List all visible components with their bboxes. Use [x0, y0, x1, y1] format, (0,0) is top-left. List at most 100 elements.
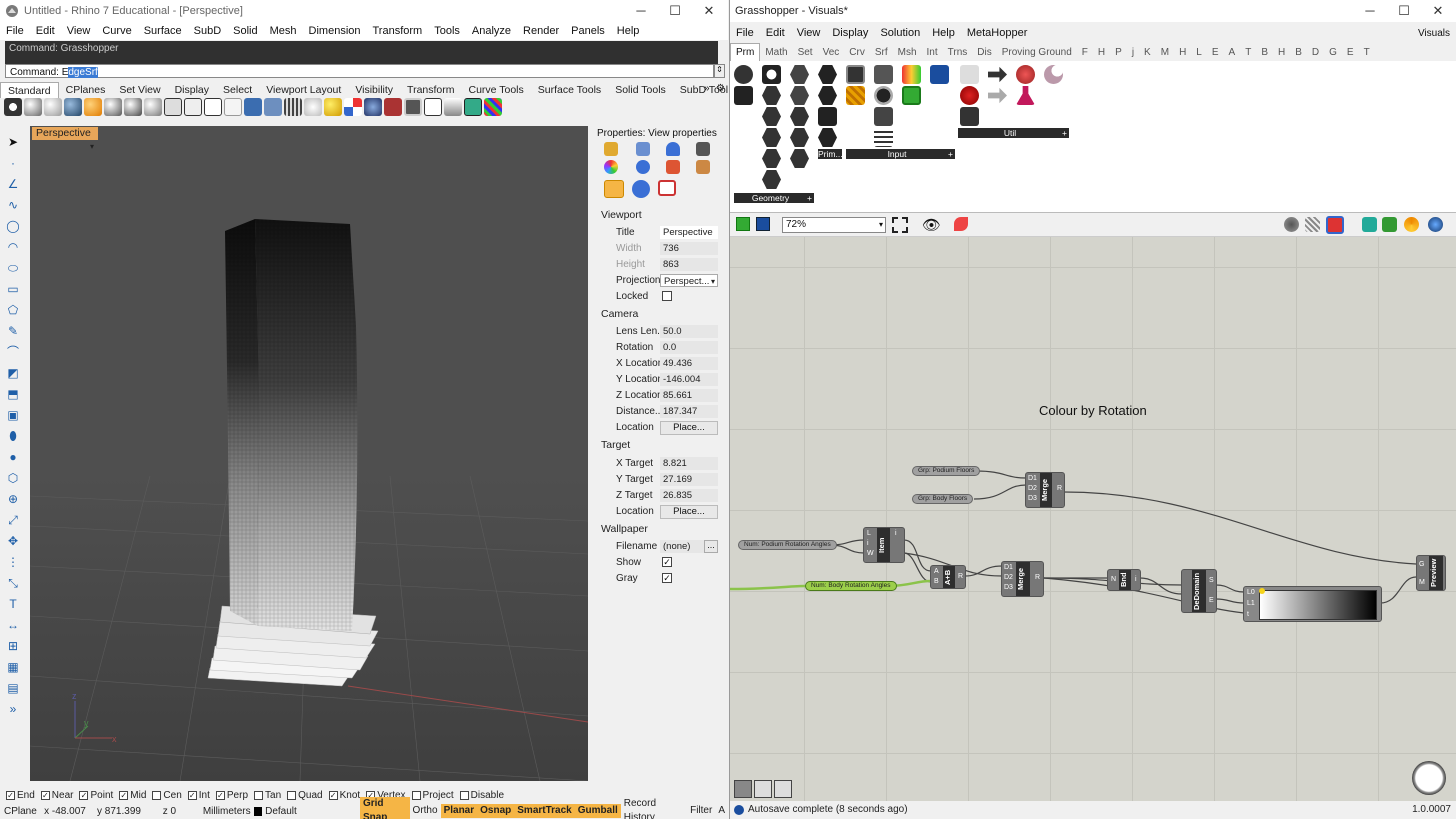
panel-icon[interactable] [846, 65, 865, 84]
gh-tab-18[interactable]: L [1191, 44, 1207, 61]
camera-small-icon[interactable] [696, 142, 710, 156]
osnap-mid-checkbox[interactable]: ✓ [119, 790, 129, 800]
merge-component-2[interactable]: D1 D2 D3 Merge R [1001, 561, 1044, 597]
add-b-port[interactable]: B [934, 578, 939, 585]
gradient-component[interactable]: L0 L1 t [1243, 586, 1382, 622]
osnap-int[interactable]: ✓ Int [187, 790, 210, 801]
menu-item-subd[interactable]: SubD [188, 25, 228, 37]
box-param-icon[interactable] [762, 86, 781, 105]
merge1-d1-port[interactable]: D1 [1028, 475, 1037, 482]
merge2-d1-port[interactable]: D1 [1004, 564, 1013, 571]
scribble-icon[interactable] [960, 65, 979, 84]
shaded-preview-icon[interactable] [1326, 216, 1344, 234]
merge1-d3-port[interactable]: D3 [1028, 495, 1037, 502]
gh-tab-22[interactable]: B [1256, 44, 1273, 61]
color-grid-icon[interactable] [484, 98, 502, 116]
arc-icon[interactable]: ◠ [5, 240, 21, 254]
menu-item-file[interactable]: File [0, 25, 30, 37]
folder-icon[interactable] [604, 142, 618, 156]
minimize-icon[interactable]: ─ [626, 3, 656, 18]
line-param-icon[interactable] [762, 128, 781, 147]
menu-item-analyze[interactable]: Analyze [466, 25, 517, 37]
fingerprint-icon[interactable] [960, 107, 979, 126]
item-w-port[interactable]: W [867, 550, 874, 557]
y-location-field[interactable]: -146.004 [660, 373, 718, 386]
viewport-tab-icon[interactable] [658, 180, 676, 196]
bnd-n-port[interactable]: N [1111, 576, 1116, 583]
tab-viewport-layout[interactable]: Viewport Layout [259, 82, 348, 98]
gh-tab-27[interactable]: E [1342, 44, 1359, 61]
show-checkbox[interactable]: ✓ [662, 557, 672, 567]
menu-item-tools[interactable]: Tools [428, 25, 466, 37]
item-l-port[interactable]: L [867, 530, 871, 537]
gradient-l1-port[interactable]: L1 [1247, 600, 1255, 607]
osnap-cen[interactable]: Cen [152, 790, 182, 801]
gradient-icon[interactable] [902, 65, 921, 84]
add-a-port[interactable]: A [934, 568, 939, 575]
tab-set-view[interactable]: Set View [112, 82, 167, 98]
brush-icon[interactable] [696, 160, 710, 174]
osnap-cen-checkbox[interactable] [152, 790, 162, 800]
relay-arrow-icon[interactable] [988, 66, 1007, 83]
mesh-sphere-icon[interactable] [636, 160, 650, 174]
merge-component-1[interactable]: D1 D2 D3 Merge R [1025, 472, 1065, 508]
save-file-icon[interactable] [756, 217, 770, 231]
xray-sphere-icon[interactable] [124, 98, 142, 116]
arrow-outline-icon[interactable] [988, 87, 1007, 104]
geometry-group-label[interactable]: Geometry + [734, 193, 814, 203]
smarttrack-toggle[interactable]: SmartTrack [514, 804, 575, 818]
more-tools-icon[interactable]: » [5, 702, 21, 716]
gh-menu-item-help[interactable]: Help [926, 27, 961, 39]
list-item-component[interactable]: L i W Item i [863, 527, 905, 563]
sun-icon[interactable] [324, 98, 342, 116]
gh-menu-item-solution[interactable]: Solution [874, 27, 926, 39]
mesh-view-icon[interactable] [284, 98, 302, 116]
gh-menu-item-display[interactable]: Display [826, 27, 874, 39]
polygon-icon[interactable]: ⬠ [5, 303, 21, 317]
bounds-component[interactable]: N Bnd i [1107, 569, 1141, 591]
podium-angles-param[interactable]: Num: Podium Rotation Angles [738, 540, 837, 550]
addition-component[interactable]: A B A+B R [930, 565, 966, 589]
material-sphere-icon[interactable] [84, 98, 102, 116]
zoom-select[interactable]: 72% ▾ [782, 217, 886, 233]
preview-m-port[interactable]: M [1419, 579, 1425, 586]
tabs-overflow-icon[interactable]: » [704, 83, 710, 94]
rhino-titlebar[interactable]: Untitled - Rhino 7 Educational - [Perspe… [0, 0, 728, 22]
surface-param-icon[interactable] [790, 149, 809, 168]
menu-item-render[interactable]: Render [517, 25, 565, 37]
y-target-field[interactable]: 27.169 [660, 473, 718, 486]
gh-tab-10[interactable]: Proving Ground [997, 44, 1077, 61]
osnap-end-checkbox[interactable]: ✓ [6, 790, 15, 800]
podium-floors-param[interactable]: Grp: Podium Floors [912, 466, 981, 476]
artistic-view-icon[interactable] [184, 98, 202, 116]
gh-tab-7[interactable]: Int [922, 44, 943, 61]
osnap-near-checkbox[interactable]: ✓ [40, 790, 50, 800]
boolean-toggle-icon[interactable] [874, 86, 893, 105]
text-icon[interactable]: T [5, 597, 21, 611]
save-input-icon[interactable] [930, 65, 949, 84]
body-floors-param[interactable]: Grp: Body Floors [912, 494, 974, 504]
osnap-near[interactable]: ✓ Near [40, 790, 73, 801]
cluster-input-icon[interactable] [1016, 65, 1035, 84]
z-target-field[interactable]: 26.835 [660, 489, 718, 502]
gh-tab-0[interactable]: Prm [730, 43, 761, 62]
deconstruct-domain-component[interactable]: DeDomain S E [1181, 569, 1217, 613]
gradient-bar[interactable] [1259, 590, 1377, 620]
wireframe-preview-icon[interactable] [1305, 217, 1320, 232]
bnd-i-port[interactable]: i [1135, 576, 1137, 583]
osnap-mid[interactable]: ✓ Mid [119, 790, 146, 801]
mesh-param-icon[interactable] [790, 107, 809, 126]
osnap-quad-checkbox[interactable] [287, 790, 297, 800]
dedomain-e-port[interactable]: E [1209, 597, 1214, 604]
mesh-settings-icon[interactable] [1382, 217, 1397, 232]
ortho-toggle[interactable]: Ortho [410, 804, 441, 818]
gray-checkbox[interactable]: ✓ [662, 573, 672, 583]
gh-tab-12[interactable]: H [1093, 44, 1110, 61]
units[interactable]: Millimeters [203, 806, 254, 817]
osnap-int-checkbox[interactable]: ✓ [187, 790, 197, 800]
osnap-tan[interactable]: Tan [254, 790, 281, 801]
merge2-d3-port[interactable]: D3 [1004, 584, 1013, 591]
rectangle-icon[interactable]: ▭ [5, 282, 21, 296]
filter-toggle[interactable]: Filter [687, 804, 715, 818]
ellipse-icon[interactable]: ⬭ [5, 261, 21, 275]
